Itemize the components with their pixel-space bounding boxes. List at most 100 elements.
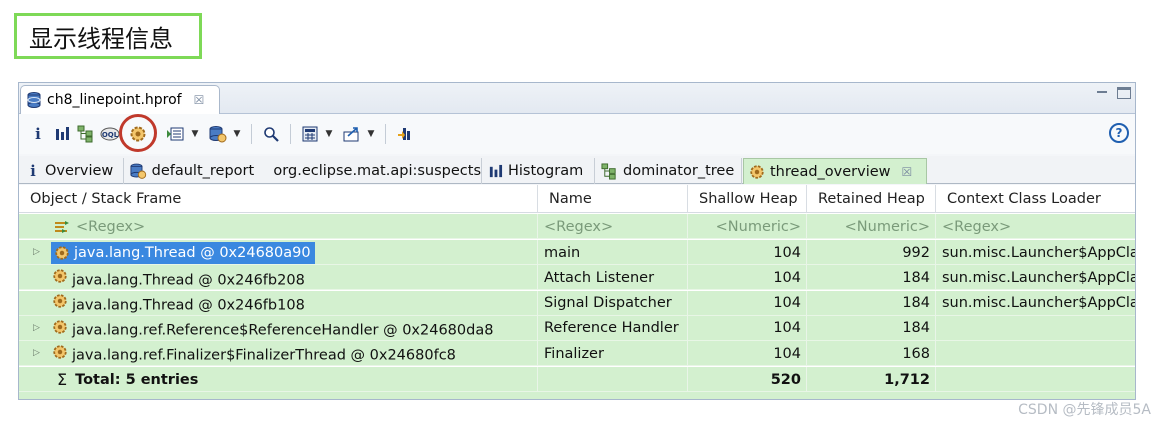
chevron-down-icon[interactable]: ▼ [365,123,377,145]
total-label: Total: 5 entries [75,371,199,388]
tab-dominator-tree[interactable]: dominator_tree [596,158,742,184]
table-row[interactable]: ▷ java.lang.ref.Finalizer$FinalizerThread… [19,341,1135,367]
context-class-loader-cell [936,341,1135,366]
context-class-loader-cell: sun.misc.Launcher$AppCla [942,269,1136,286]
editor-window: ch8_linepoint.hprof ☒ i OQL ▼ ▼ ▼ ▼ ? i … [18,82,1136,400]
filter-icon [55,220,69,233]
chevron-down-icon[interactable]: ▼ [189,123,201,145]
search-icon[interactable] [260,123,282,145]
shallow-heap-filter-input[interactable]: <Numeric> [688,214,807,239]
table-row[interactable]: java.lang.Thread @ 0x246fb108 Signal Disp… [19,290,1136,316]
column-header-retained-heap[interactable]: Retained Heap [807,185,936,213]
minimize-icon[interactable] [1095,87,1109,99]
object-cell[interactable]: java.lang.ref.Reference$ReferenceHandler… [19,315,538,341]
svg-text:OQL: OQL [102,131,119,139]
heap-dump-queries-icon[interactable] [207,123,229,145]
context-class-loader-cell [936,316,1135,341]
window-controls [1095,87,1131,99]
info-icon: i [30,162,36,180]
heading-text: 显示线程信息 [29,24,173,53]
result-tabs: i Overview default_report org.eclipse.ma… [19,156,1135,184]
object-cell[interactable]: java.lang.Thread @ 0x246fb208 [19,265,538,291]
shallow-heap-cell: 104 [688,265,807,291]
shallow-heap-cell: 104 [688,341,807,367]
tab-default-report[interactable]: default_report org.eclipse.mat.api:suspe… [125,158,482,184]
shallow-heap-cell: 104 [688,240,807,265]
object-entry: java.lang.Thread @ 0x246fb108 [51,293,305,313]
heading-box: 显示线程信息 [14,13,202,59]
tab-histogram[interactable]: Histogram [483,158,595,184]
object-entry: java.lang.ref.Reference$ReferenceHandler… [51,318,493,339]
thread-gear-icon [51,343,68,360]
thread-gear-icon [53,244,70,261]
maximize-icon[interactable] [1117,87,1131,99]
calculator-icon[interactable] [299,123,321,145]
context-class-loader-cell: sun.misc.Launcher$AppCla [942,295,1136,312]
total-shallow-heap: 520 [688,367,807,392]
thread-gear-icon [51,293,68,310]
watermark: CSDN @先锋成员5A [1018,402,1151,418]
object-cell[interactable]: java.lang.ref.Finalizer$FinalizerThread … [19,341,538,367]
close-icon[interactable]: ☒ [194,93,205,107]
column-header-shallow-heap[interactable]: Shallow Heap [688,185,807,213]
histogram-icon[interactable] [51,123,73,145]
thread-gear-icon [51,268,68,285]
group-by-icon[interactable] [394,123,416,145]
thread-name-cell: Reference Handler [538,315,688,341]
retained-heap-cell: 184 [807,265,936,291]
shallow-heap-cell: 104 [688,315,807,341]
total-row: Σ Total: 5 entries 520 1,712 [19,367,1135,392]
column-header-object[interactable]: Object / Stack Frame [19,185,538,213]
run-report-icon[interactable] [165,123,187,145]
table-row[interactable]: ▷ java.lang.Thread @ 0x24680a90 main 104 992… [19,240,1135,265]
thread-overview-icon[interactable] [119,114,157,152]
table-row[interactable]: ▷ java.lang.ref.Reference$ReferenceHandle… [19,315,1135,341]
tab-thread-overview-label: thread_overview [770,163,891,180]
help-icon[interactable]: ? [1109,123,1129,143]
oql-icon[interactable]: OQL [99,123,121,145]
chevron-down-icon[interactable]: ▼ [231,123,243,145]
tab-thread-overview[interactable]: thread_overview ☒ [743,158,927,184]
column-header-name[interactable]: Name [538,185,688,213]
object-cell[interactable]: java.lang.Thread @ 0x24680a90 [19,240,538,265]
empty-row [19,392,1135,399]
name-filter-input[interactable]: <Regex> [538,214,688,239]
tab-histogram-label: Histogram [508,163,584,179]
loader-filter-input[interactable]: <Regex> [936,214,1135,239]
retained-heap-cell: 168 [807,341,936,367]
close-icon[interactable]: ☒ [902,165,913,179]
chevron-down-icon[interactable]: ▼ [323,123,335,145]
object-filter-input[interactable]: <Regex> [19,214,538,239]
table-row[interactable]: java.lang.Thread @ 0x246fb208 Attach List… [19,265,1136,291]
overview-icon[interactable]: i [27,123,49,145]
retained-heap-cell: 184 [807,290,936,316]
shallow-heap-cell: 104 [688,290,807,316]
toolbar-separator [251,124,252,144]
object-label: java.lang.ref.Finalizer$FinalizerThread … [72,347,456,364]
editor-tabbar: ch8_linepoint.hprof ☒ [19,83,1135,114]
export-icon[interactable] [341,123,363,145]
toolbar: i OQL ▼ ▼ ▼ ▼ ? [19,114,1135,154]
filter-row: <Regex> <Regex> <Numeric> <Numeric> <Reg… [19,214,1135,239]
retained-heap-cell: 184 [807,315,936,341]
object-entry: java.lang.Thread @ 0x246fb208 [51,268,305,289]
histogram-icon [489,164,503,177]
tab-overview[interactable]: i Overview [21,158,124,184]
context-class-loader-cell: sun.misc.Launcher$AppCla [942,244,1136,261]
highlight-circle [119,114,157,152]
dominator-tree-icon [601,162,616,180]
object-cell[interactable]: java.lang.Thread @ 0x246fb108 [19,290,538,316]
object-label: java.lang.ref.Reference$ReferenceHandler… [72,322,494,339]
column-header-context-class-loader[interactable]: Context Class Loader [936,185,1135,213]
object-label: java.lang.Thread @ 0x246fb208 [72,272,305,289]
thread-name-cell: Attach Listener [538,265,688,291]
tab-default-report-label: default_report [151,163,255,179]
dominator-tree-icon[interactable] [75,123,97,145]
thread-gear-icon [750,164,764,179]
editor-tab-label: ch8_linepoint.hprof [47,92,182,108]
tab-dominator-tree-label: dominator_tree [623,163,735,179]
editor-tab-hprof[interactable]: ch8_linepoint.hprof ☒ [20,85,220,114]
retained-heap-filter-input[interactable]: <Numeric> [807,214,936,239]
table-header: Object / Stack Frame Name Shallow Heap R… [19,185,1135,213]
total-label-cell: Σ Total: 5 entries [19,367,538,392]
